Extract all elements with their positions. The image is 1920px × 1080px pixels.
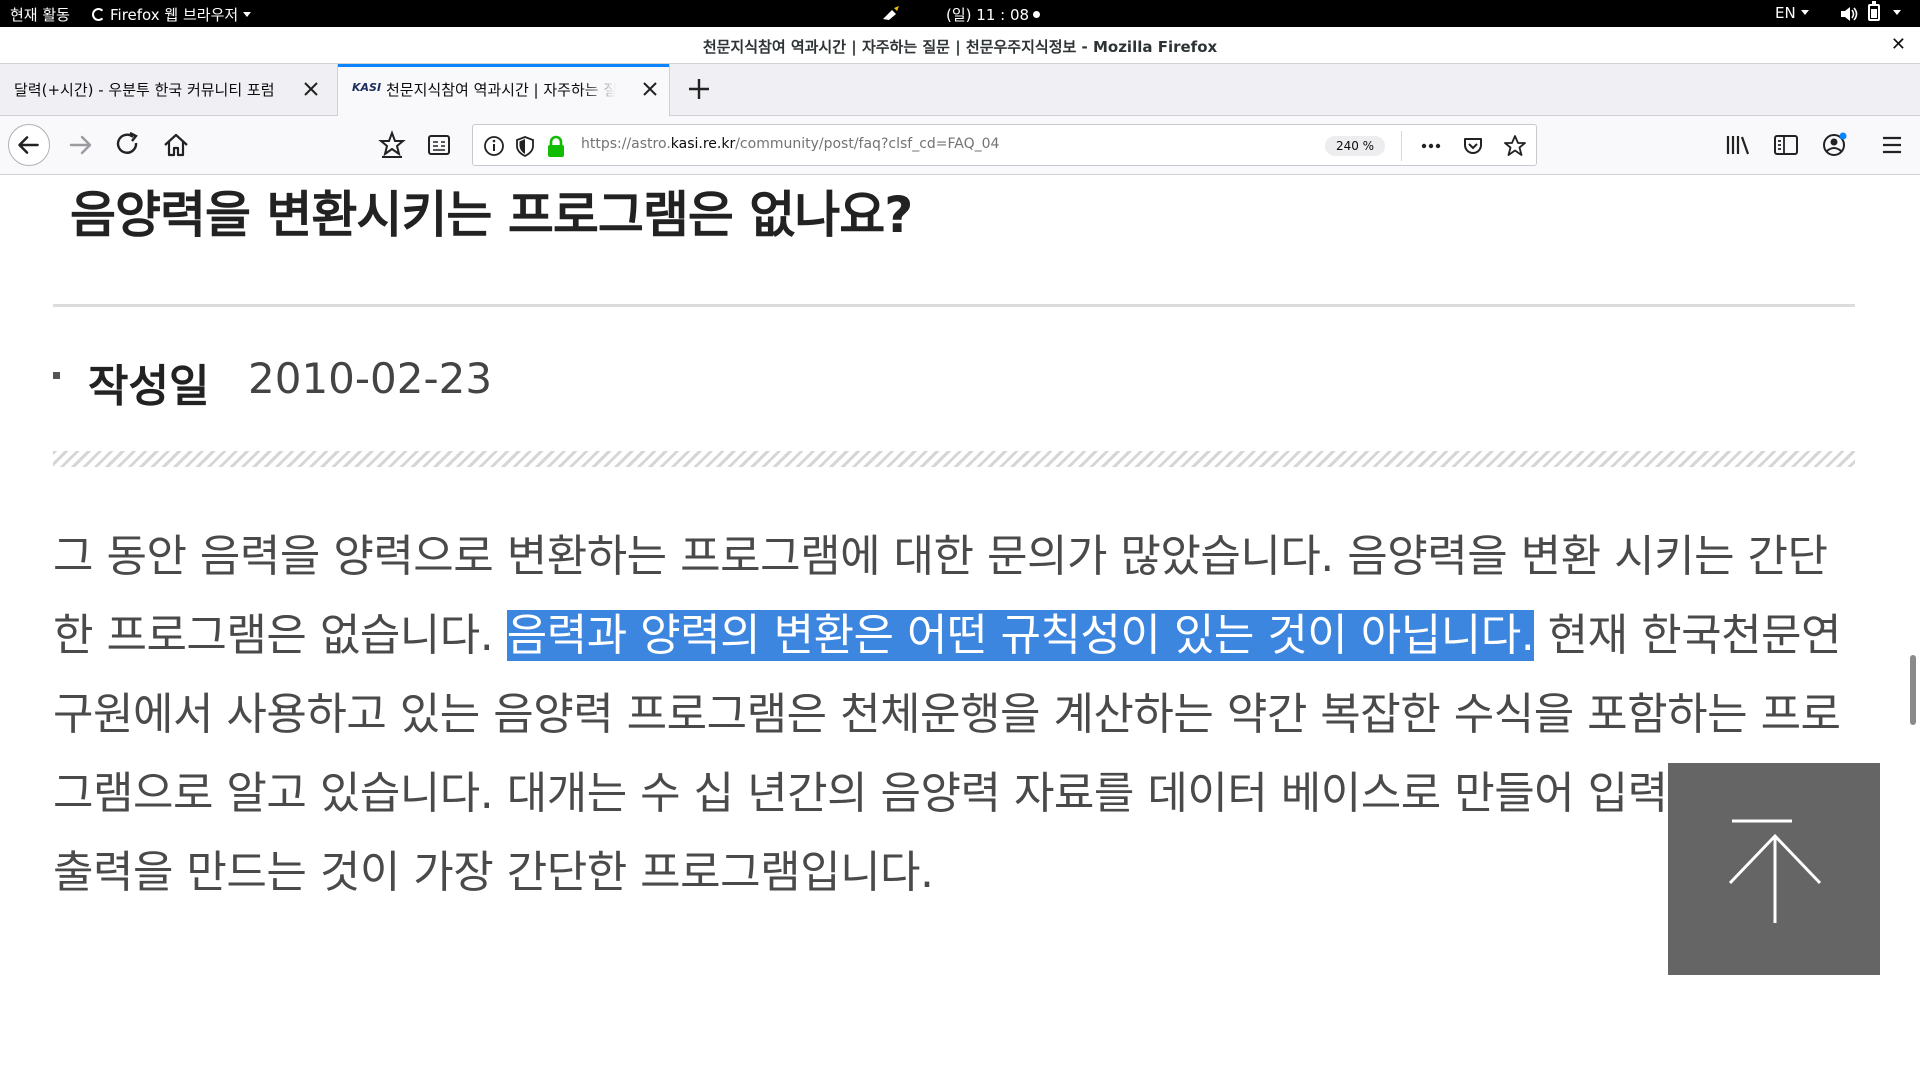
tab-label: 달력(+시간) - 우분투 한국 커뮤니티 포럼: [14, 81, 275, 99]
clock-label: (일) 11 : 08: [946, 6, 1030, 24]
kasi-favicon-icon: KASI: [352, 81, 382, 94]
language-indicator[interactable]: EN: [1775, 4, 1809, 22]
tab-ubuntu-forum[interactable]: 달력(+시간) - 우분투 한국 커뮤니티 포럼: [0, 64, 336, 116]
active-tab-indicator: [338, 64, 669, 67]
close-icon[interactable]: [300, 78, 322, 100]
account-icon[interactable]: [1815, 126, 1853, 164]
faq-question-title: 음양력을 변환시키는 프로그램은 없나요?: [70, 186, 913, 244]
clock[interactable]: (일) 11 : 08: [946, 4, 1041, 25]
bookmark-star-icon[interactable]: [1502, 133, 1528, 159]
page-content: 음양력을 변환시키는 프로그램은 없나요? 작성일 2010-02-23 그 동…: [0, 175, 1907, 1080]
sidebar-icon[interactable]: [1767, 126, 1805, 164]
window-title: 천문지식참여 역과시간 | 자주하는 질문 | 천문우주지식정보 - Mozil…: [702, 38, 1218, 56]
reload-icon[interactable]: [109, 126, 147, 164]
tab-kasi-faq[interactable]: KASI 천문지식참여 역과시간 | 자주하는 질문 | 천문우주지식정보: [337, 64, 670, 116]
scroll-to-top-button[interactable]: [1668, 763, 1880, 975]
date-label: 작성일: [88, 361, 210, 412]
vertical-scrollbar[interactable]: [1907, 175, 1920, 1080]
navigation-toolbar: https://astro.kasi.re.kr/community/post/…: [0, 116, 1920, 175]
window-close-icon[interactable]: ✕: [1891, 34, 1906, 55]
lock-icon[interactable]: [543, 133, 569, 159]
tab-label: 천문지식참여 역과시간 | 자주하는 질문 | 천문우주지식정보: [386, 81, 616, 99]
language-label: EN: [1775, 4, 1796, 22]
url-bar[interactable]: https://astro.kasi.re.kr/community/post/…: [472, 124, 1537, 166]
more-icon[interactable]: [1418, 133, 1444, 159]
chevron-down-icon: [243, 12, 252, 17]
tab-strip: 달력(+시간) - 우분투 한국 커뮤니티 포럼 KASI 천문지식참여 역과시…: [0, 64, 1920, 116]
bullet-marker: [53, 372, 60, 379]
activities-button[interactable]: 현재 활동: [10, 4, 70, 25]
url-path: /community/post/faq?clsf_cd=FAQ_04: [735, 136, 1000, 152]
date-value: 2010-02-23: [248, 354, 493, 403]
shield-icon[interactable]: [512, 133, 538, 159]
star-list-icon[interactable]: [373, 126, 411, 164]
divider: [53, 304, 1855, 307]
selected-text[interactable]: 음력과 양력의 변환은 어떤 규칙성이 있는 것이 아닙니다.: [506, 610, 1535, 661]
notification-dot: [1033, 11, 1041, 18]
url-text[interactable]: https://astro.kasi.re.kr/community/post/…: [581, 136, 999, 152]
back-arrow-icon[interactable]: [8, 124, 50, 166]
close-icon[interactable]: [639, 78, 661, 100]
app-menu[interactable]: Firefox 웹 브라우저: [92, 4, 252, 25]
library-icon[interactable]: [1719, 126, 1757, 164]
info-icon[interactable]: [481, 133, 507, 159]
firefox-icon: [92, 8, 105, 21]
url-host: kasi.re.kr: [670, 136, 736, 152]
home-icon[interactable]: [157, 126, 195, 164]
reader-view-icon[interactable]: [420, 126, 458, 164]
window-title-bar: 천문지식참여 역과시간 | 자주하는 질문 | 천문우주지식정보 - Mozil…: [0, 27, 1920, 64]
forward-arrow-icon[interactable]: [62, 126, 100, 164]
new-tab-plus-icon[interactable]: [684, 74, 714, 104]
scrollbar-thumb[interactable]: [1910, 655, 1916, 725]
url-bar-divider: [1401, 131, 1402, 161]
pocket-icon[interactable]: [1460, 133, 1486, 159]
weather-icon: [883, 6, 899, 20]
volume-icon[interactable]: [1839, 5, 1859, 23]
zoom-level-badge[interactable]: 240 %: [1325, 136, 1385, 156]
hamburger-menu-icon[interactable]: [1873, 126, 1911, 164]
system-top-bar: 현재 활동 Firefox 웹 브라우저 (일) 11 : 08 EN: [0, 0, 1920, 27]
system-menu-chevron-icon[interactable]: [1893, 4, 1901, 22]
app-menu-label: Firefox 웹 브라우저: [110, 6, 239, 24]
battery-icon[interactable]: [1868, 1, 1880, 21]
arrow-up-icon: [1728, 819, 1822, 923]
chevron-down-icon: [1800, 10, 1809, 15]
url-prefix: https://astro.: [581, 136, 671, 152]
faq-answer-text[interactable]: 그 동안 음력을 양력으로 변환하는 프로그램에 대한 문의가 많았습니다. 음…: [53, 517, 1853, 912]
hatched-divider: [53, 451, 1855, 467]
